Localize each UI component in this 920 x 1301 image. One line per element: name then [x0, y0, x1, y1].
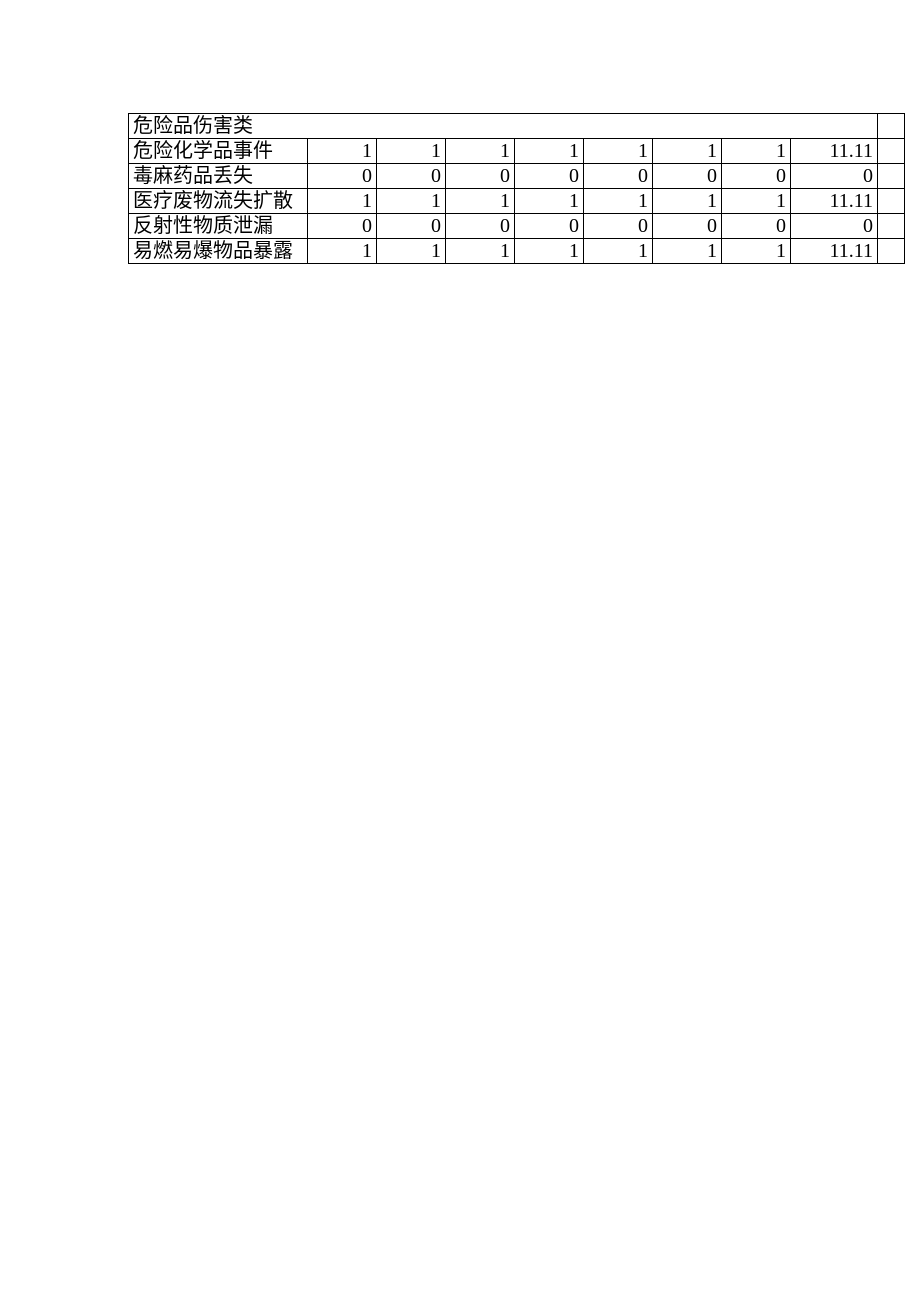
- cell: 1: [584, 189, 653, 214]
- cell: 1: [653, 189, 722, 214]
- table-row: 毒麻药品丢失 0 0 0 0 0 0 0 0: [129, 164, 905, 189]
- table-row: 医疗废物流失扩散 1 1 1 1 1 1 1 11.11: [129, 189, 905, 214]
- empty-end-cell: [878, 139, 905, 164]
- table-row: 易燃易爆物品暴露 1 1 1 1 1 1 1 11.11: [129, 239, 905, 264]
- cell: 1: [377, 189, 446, 214]
- cell: 1: [653, 139, 722, 164]
- hazard-table: 危险品伤害类 危险化学品事件 1 1 1 1 1 1 1 11.11 毒麻药品丢…: [128, 113, 905, 264]
- empty-end-cell: [878, 164, 905, 189]
- cell: 0: [446, 214, 515, 239]
- cell: 1: [584, 139, 653, 164]
- cell: 11.11: [791, 189, 878, 214]
- cell: 1: [446, 189, 515, 214]
- row-label: 毒麻药品丢失: [129, 164, 308, 189]
- cell: 0: [653, 214, 722, 239]
- cell: 0: [722, 164, 791, 189]
- cell: 1: [515, 139, 584, 164]
- cell: 0: [308, 214, 377, 239]
- cell: 0: [791, 214, 878, 239]
- cell: 0: [584, 164, 653, 189]
- cell: 0: [515, 164, 584, 189]
- cell: 11.11: [791, 139, 878, 164]
- cell: 1: [377, 239, 446, 264]
- cell: 1: [377, 139, 446, 164]
- empty-end-cell: [878, 239, 905, 264]
- cell: 0: [791, 164, 878, 189]
- cell: 0: [653, 164, 722, 189]
- cell: 0: [722, 214, 791, 239]
- table-row: 危险化学品事件 1 1 1 1 1 1 1 11.11: [129, 139, 905, 164]
- category-header-row: 危险品伤害类: [129, 114, 905, 139]
- cell: 1: [515, 189, 584, 214]
- row-label: 危险化学品事件: [129, 139, 308, 164]
- empty-end-cell: [878, 189, 905, 214]
- category-header: 危险品伤害类: [129, 114, 878, 139]
- cell: 1: [308, 139, 377, 164]
- cell: 1: [446, 239, 515, 264]
- cell: 1: [722, 239, 791, 264]
- cell: 0: [377, 164, 446, 189]
- cell: 1: [584, 239, 653, 264]
- row-label: 医疗废物流失扩散: [129, 189, 308, 214]
- cell: 1: [515, 239, 584, 264]
- empty-end-cell: [878, 214, 905, 239]
- cell: 0: [377, 214, 446, 239]
- cell: 1: [308, 189, 377, 214]
- cell: 11.11: [791, 239, 878, 264]
- cell: 0: [308, 164, 377, 189]
- cell: 0: [584, 214, 653, 239]
- cell: 0: [515, 214, 584, 239]
- cell: 1: [722, 139, 791, 164]
- cell: 1: [308, 239, 377, 264]
- empty-end-cell: [878, 114, 905, 139]
- cell: 0: [446, 164, 515, 189]
- row-label: 反射性物质泄漏: [129, 214, 308, 239]
- cell: 1: [722, 189, 791, 214]
- cell: 1: [446, 139, 515, 164]
- cell: 1: [653, 239, 722, 264]
- row-label: 易燃易爆物品暴露: [129, 239, 308, 264]
- table-row: 反射性物质泄漏 0 0 0 0 0 0 0 0: [129, 214, 905, 239]
